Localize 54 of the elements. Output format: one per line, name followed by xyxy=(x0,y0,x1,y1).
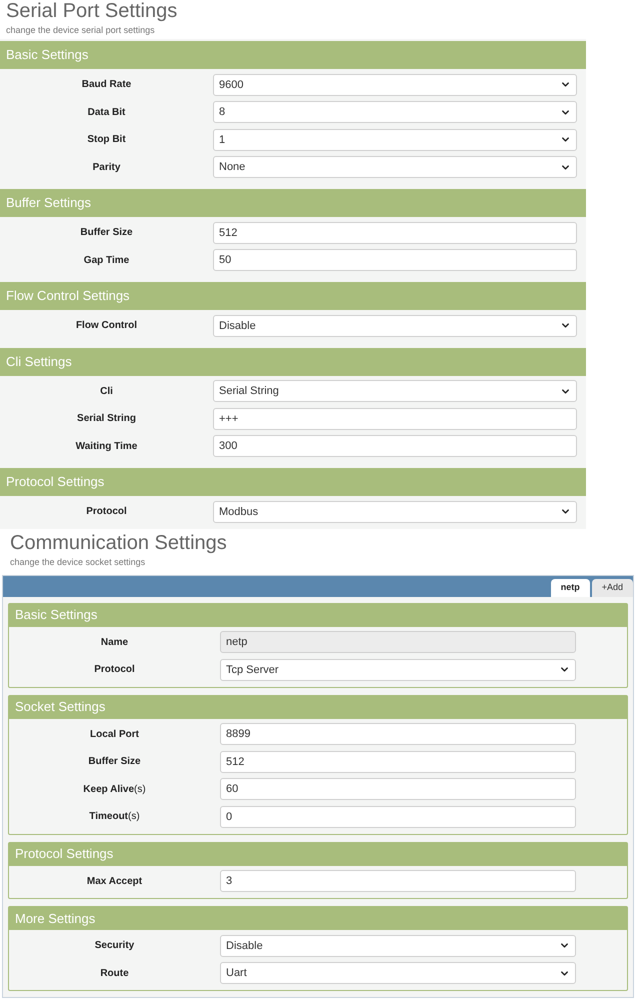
select-field[interactable]: Serial String xyxy=(213,380,577,402)
select-field[interactable]: 9600 xyxy=(213,74,577,96)
field-label: Waiting Time xyxy=(76,440,138,454)
select-field[interactable]: 8 xyxy=(213,101,577,124)
field-label: Gap Time xyxy=(84,254,130,268)
page-title: Serial Port Settings xyxy=(6,0,178,22)
field-label: Route xyxy=(100,966,129,981)
section-header: Protocol Settings xyxy=(9,842,627,866)
field-label: Serial String xyxy=(77,412,136,426)
select-field[interactable]: 1 xyxy=(213,128,577,151)
input-field[interactable]: +++ xyxy=(213,408,577,430)
input-field[interactable]: 3 xyxy=(220,870,576,892)
tab[interactable]: netp xyxy=(550,578,590,596)
section-header: Cli Settings xyxy=(0,348,586,376)
input-field[interactable]: 60 xyxy=(220,778,576,800)
field-label: Name xyxy=(100,636,128,650)
input-field[interactable]: 512 xyxy=(220,750,576,773)
input-field[interactable]: 512 xyxy=(213,222,577,244)
section-header: Buffer Settings xyxy=(0,189,586,217)
page-subtitle: change the device serial port settings xyxy=(6,24,156,36)
select-field[interactable]: None xyxy=(213,156,577,178)
field-label: Buffer Size xyxy=(80,226,133,240)
section-header: Basic Settings xyxy=(9,604,627,626)
input-field[interactable]: 50 xyxy=(213,249,577,272)
tab[interactable]: +Add xyxy=(592,578,633,596)
field-label: Max Accept xyxy=(86,874,142,889)
select-field[interactable]: Uart xyxy=(220,962,576,984)
section-header: Socket Settings xyxy=(9,696,627,718)
field-label: Buffer Size xyxy=(88,755,141,770)
input-field[interactable]: 8899 xyxy=(220,723,576,746)
section-header: Basic Settings xyxy=(0,41,586,69)
field-label: Protocol xyxy=(86,505,127,520)
select-field[interactable]: Modbus xyxy=(213,500,577,523)
field-label: Cli xyxy=(100,384,113,399)
page-title: Communication Settings xyxy=(10,532,228,554)
field-label: Stop Bit xyxy=(87,133,126,148)
field-label: Keep Alive(s) xyxy=(83,782,146,797)
input-field[interactable]: 300 xyxy=(213,435,577,458)
section-header: More Settings xyxy=(9,907,627,930)
input-field[interactable]: 0 xyxy=(220,806,576,828)
field-label: Security xyxy=(94,939,134,954)
section-header: Flow Control Settings xyxy=(0,282,586,310)
select-field[interactable]: Tcp Server xyxy=(220,658,576,681)
field-label: Flow Control xyxy=(76,319,138,334)
field-label: Local Port xyxy=(90,728,139,742)
field-label: Protocol xyxy=(94,663,135,678)
select-field[interactable]: Disable xyxy=(213,314,577,337)
field-label: Parity xyxy=(92,160,120,175)
field-label: Timeout(s) xyxy=(89,810,140,824)
field-label: Baud Rate xyxy=(82,78,132,92)
select-field[interactable]: Disable xyxy=(220,934,576,957)
section-header: Protocol Settings xyxy=(0,468,586,496)
page-subtitle: change the device socket settings xyxy=(10,556,146,568)
field-label: Data Bit xyxy=(88,106,126,120)
